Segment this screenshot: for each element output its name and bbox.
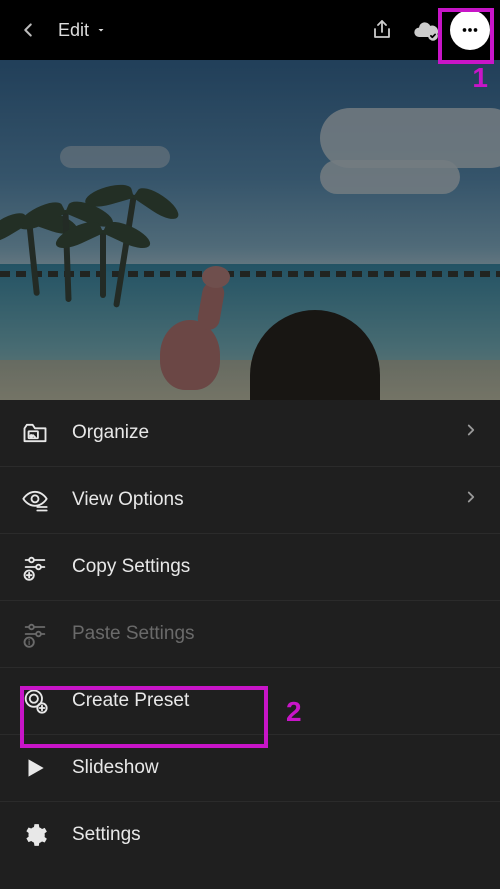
menu-item-view-options[interactable]: View Options	[0, 467, 500, 534]
menu-item-label: Organize	[72, 422, 440, 444]
cloud-check-icon	[412, 16, 440, 44]
chevron-right-icon	[462, 488, 480, 512]
menu-item-label: Create Preset	[72, 690, 480, 712]
settings-icon	[20, 820, 50, 850]
share-button[interactable]	[360, 8, 404, 52]
menu-item-copy-settings[interactable]: Copy Settings	[0, 534, 500, 601]
menu-item-slideshow[interactable]: Slideshow	[0, 735, 500, 802]
annotation-callout-1: 1	[472, 62, 488, 94]
gear-icon	[22, 822, 48, 848]
mode-dropdown[interactable]: Edit	[48, 14, 117, 47]
chevron-right-icon	[462, 421, 480, 445]
menu-item-label: Paste Settings	[72, 623, 480, 645]
menu-item-label: Copy Settings	[72, 556, 480, 578]
paste-settings-icon: i	[20, 619, 50, 649]
view-options-icon	[20, 485, 50, 515]
menu-item-label: Slideshow	[72, 757, 480, 779]
menu-item-paste-settings: i Paste Settings	[0, 601, 500, 668]
more-options-menu: Organize View Options Copy Settings	[0, 400, 500, 889]
caret-down-icon	[95, 24, 107, 36]
more-horizontal-icon	[459, 19, 481, 41]
menu-item-settings[interactable]: Settings	[0, 802, 500, 868]
share-icon	[370, 18, 394, 42]
organize-icon	[20, 418, 50, 448]
menu-item-label: View Options	[72, 489, 440, 511]
menu-item-create-preset[interactable]: Create Preset	[0, 668, 500, 735]
top-bar: Edit	[0, 0, 500, 60]
more-options-button[interactable]	[448, 8, 492, 52]
play-icon	[22, 755, 48, 781]
chevron-left-icon	[17, 19, 39, 41]
copy-settings-icon	[20, 552, 50, 582]
back-button[interactable]	[8, 10, 48, 50]
mode-label: Edit	[58, 20, 89, 41]
slideshow-icon	[20, 753, 50, 783]
menu-item-organize[interactable]: Organize	[0, 400, 500, 467]
menu-item-label: Settings	[72, 824, 480, 846]
create-preset-icon	[20, 686, 50, 716]
svg-text:i: i	[28, 638, 30, 647]
photo-preview	[0, 60, 500, 400]
cloud-sync-button[interactable]	[404, 8, 448, 52]
annotation-callout-2: 2	[286, 696, 302, 728]
